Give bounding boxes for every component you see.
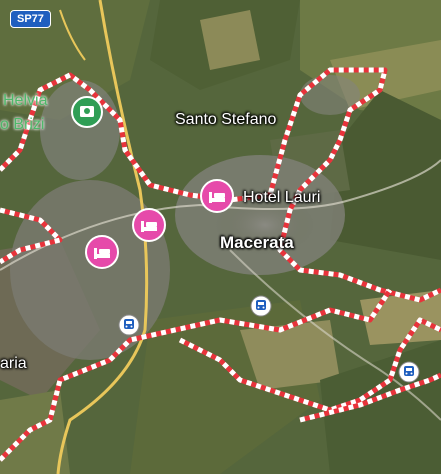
city-label-macerata: Macerata (220, 233, 294, 252)
poi-label-brizi[interactable]: o Brizi (0, 116, 44, 134)
hotel-bed-icon[interactable] (84, 234, 120, 274)
poi-label-helvia[interactable]: Helvia (3, 92, 47, 110)
satellite-map[interactable]: SP77 Helvia o Brizi Santo Stefano Hotel … (0, 0, 441, 474)
locality-label-santo-stefano: Santo Stefano (175, 111, 277, 128)
hotel-label-hotel-lauri[interactable]: Hotel Lauri (243, 189, 320, 207)
road-shield-sp77: SP77 (10, 10, 51, 28)
museum-icon[interactable] (70, 95, 104, 133)
hotel-bed-icon[interactable] (199, 178, 235, 218)
train-icon[interactable] (250, 295, 272, 317)
train-icon[interactable] (118, 314, 140, 336)
hotel-bed-icon[interactable] (131, 207, 167, 247)
locality-label-aria: aria (0, 355, 27, 372)
train-icon[interactable] (398, 361, 420, 383)
